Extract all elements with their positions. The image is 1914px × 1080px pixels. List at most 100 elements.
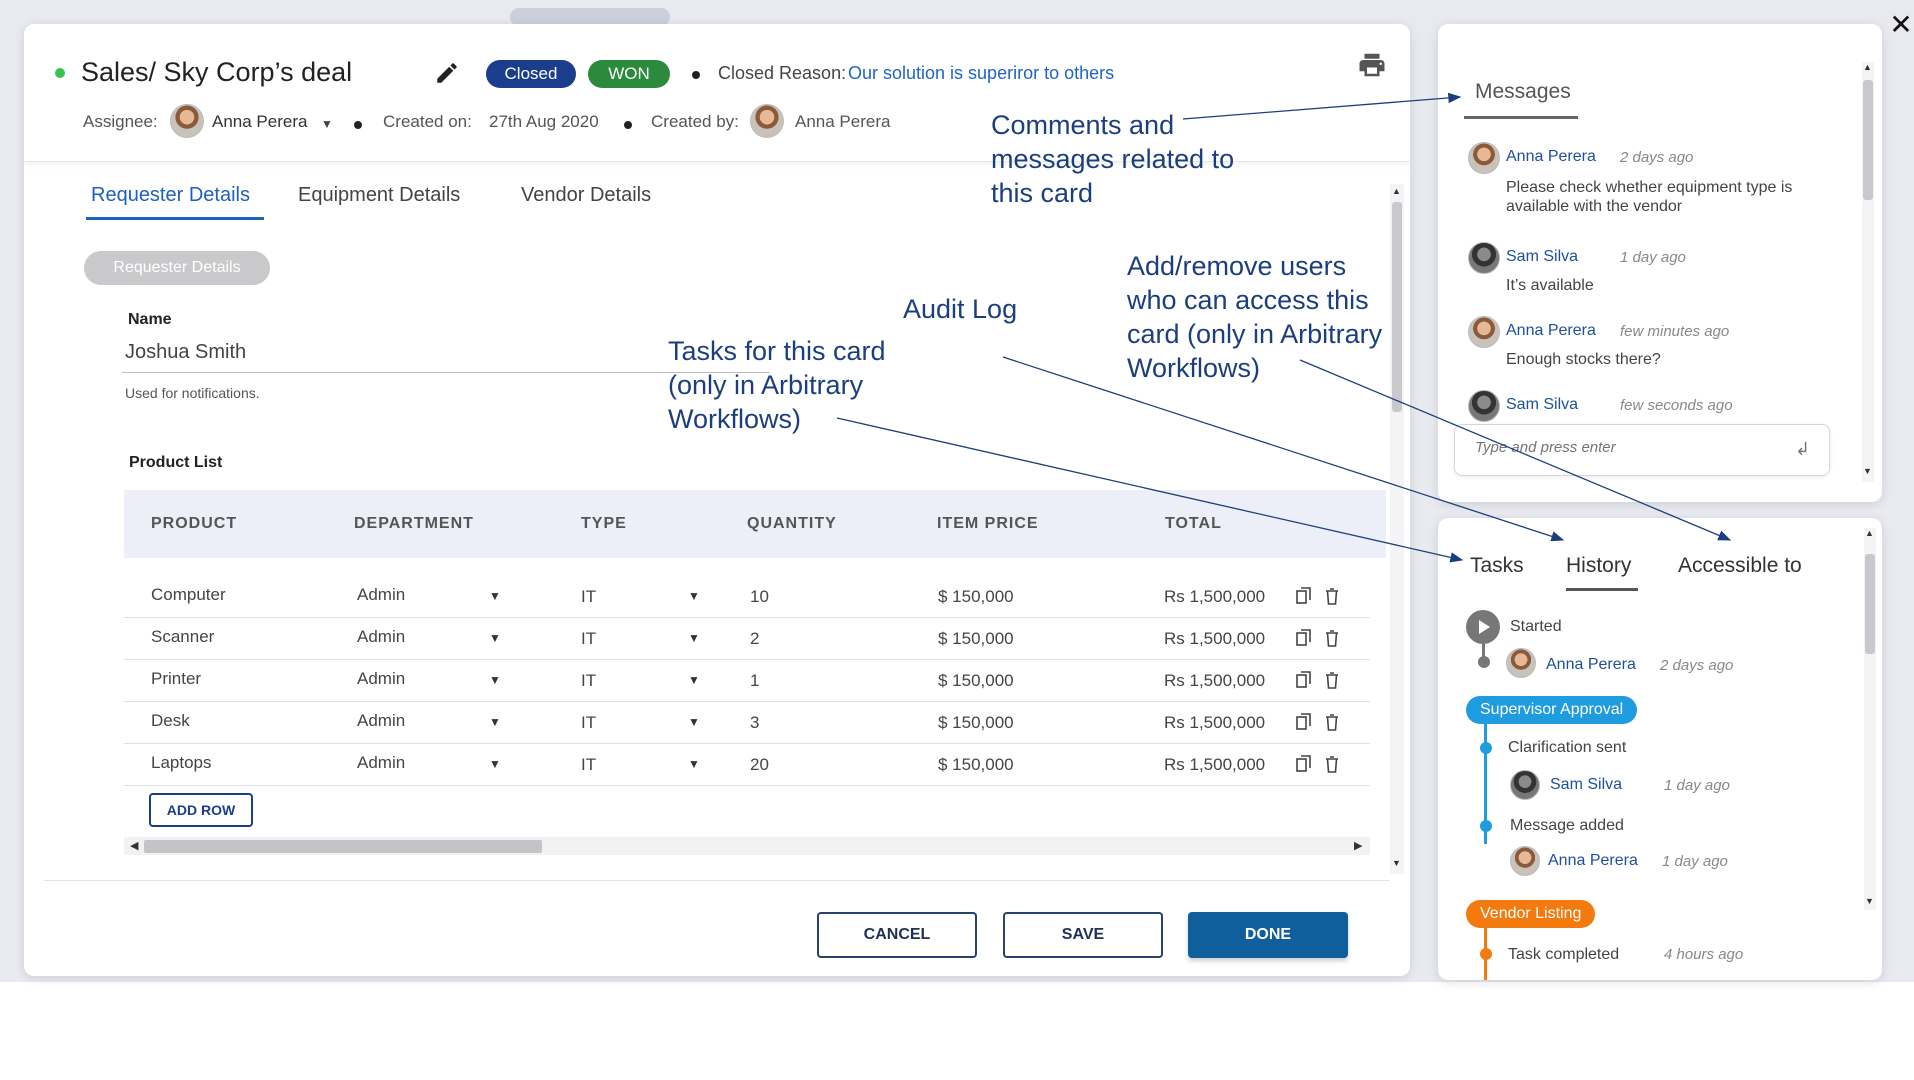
scrollbar-thumb[interactable] [144,840,542,853]
type-dropdown-chevron-icon[interactable]: ▼ [688,715,700,729]
assignee-dropdown-chevron-icon[interactable]: ▼ [321,117,333,131]
copy-row-icon[interactable] [1296,755,1312,773]
timeline-event: Clarification sent [1508,739,1627,756]
type-dropdown-chevron-icon[interactable]: ▼ [688,673,700,687]
cell-department[interactable]: Admin [357,711,405,731]
scroll-down-icon[interactable]: ▼ [1865,896,1874,906]
timeline-time: 1 day ago [1664,777,1730,794]
department-dropdown-chevron-icon[interactable]: ▼ [489,757,501,771]
cell-type[interactable]: IT [581,713,596,733]
tab-vendor-details[interactable]: Vendor Details [521,184,651,207]
timeline-user: Sam Silva [1550,776,1623,793]
cell-department[interactable]: Admin [357,669,405,689]
timeline-time: 4 hours ago [1664,946,1744,963]
copy-row-icon[interactable] [1296,671,1312,689]
scrollbar-thumb[interactable] [1865,554,1875,654]
save-button[interactable]: SAVE [1003,912,1163,958]
type-dropdown-chevron-icon[interactable]: ▼ [688,757,700,771]
copy-row-icon[interactable] [1296,629,1312,647]
separator-dot [354,121,362,129]
message-input[interactable]: ↲ [1454,424,1830,476]
assignee-name[interactable]: Anna Perera [212,112,307,132]
done-button[interactable]: DONE [1188,912,1348,958]
history-scrollbar[interactable]: ▲ ▼ [1864,528,1876,910]
cell-item-price[interactable]: $ 150,000 [938,713,1014,733]
message-input-field[interactable] [1475,439,1775,456]
cell-quantity[interactable]: 1 [750,671,759,691]
cancel-button[interactable]: CANCEL [817,912,977,958]
timeline-dot [1480,742,1492,754]
closed-reason-value[interactable]: Our solution is superiror to others [848,63,1114,84]
cell-product[interactable]: Computer [151,585,226,605]
edit-pencil-icon[interactable] [434,60,460,86]
cell-product[interactable]: Laptops [151,753,212,773]
copy-row-icon[interactable] [1296,587,1312,605]
dialog-vertical-scrollbar[interactable]: ▲ ▼ [1390,184,1404,874]
close-icon[interactable]: ✕ [1888,10,1914,40]
scrollbar-thumb[interactable] [1392,202,1402,412]
assignee-label: Assignee: [83,112,158,131]
cell-type[interactable]: IT [581,587,596,607]
scroll-left-icon[interactable]: ◀ [130,839,138,852]
history-panel: Tasks History Accessible to Started Anna… [1438,518,1882,980]
cell-total: Rs 1,500,000 [1164,755,1266,774]
scroll-up-icon[interactable]: ▲ [1392,186,1401,196]
assignee-avatar [170,104,204,138]
tab-history[interactable]: History [1566,554,1631,578]
cell-department[interactable]: Admin [357,753,405,773]
scroll-down-icon[interactable]: ▼ [1863,466,1872,476]
delete-row-icon[interactable] [1324,713,1340,731]
cell-department[interactable]: Admin [357,627,405,647]
department-dropdown-chevron-icon[interactable]: ▼ [489,715,501,729]
department-dropdown-chevron-icon[interactable]: ▼ [489,673,501,687]
cell-type[interactable]: IT [581,629,596,649]
status-badge-closed: Closed [486,60,576,88]
delete-row-icon[interactable] [1324,587,1340,605]
avatar [1468,390,1500,422]
print-icon[interactable] [1356,50,1388,80]
cell-item-price[interactable]: $ 150,000 [938,755,1014,775]
deal-title: Sales/ Sky Corp’s deal [81,57,353,87]
tab-equipment-details[interactable]: Equipment Details [298,184,460,207]
type-dropdown-chevron-icon[interactable]: ▼ [688,589,700,603]
message-text: It’s available [1506,277,1594,294]
cell-product[interactable]: Desk [151,711,190,731]
scroll-up-icon[interactable]: ▲ [1863,62,1872,72]
cell-product[interactable]: Printer [151,669,201,689]
cell-item-price[interactable]: $ 150,000 [938,587,1014,607]
cell-quantity[interactable]: 2 [750,629,759,649]
cell-item-price[interactable]: $ 150,000 [938,629,1014,649]
messages-scrollbar[interactable]: ▲ ▼ [1862,62,1874,482]
table-horizontal-scrollbar[interactable]: ◀ ▶ [124,837,1370,855]
cell-quantity[interactable]: 20 [750,755,769,775]
tab-tasks[interactable]: Tasks [1470,554,1524,578]
tab-requester-details[interactable]: Requester Details [91,184,250,207]
cell-quantity[interactable]: 10 [750,587,769,607]
delete-row-icon[interactable] [1324,755,1340,773]
department-dropdown-chevron-icon[interactable]: ▼ [489,589,501,603]
play-icon [1466,610,1500,644]
tab-accessible-to[interactable]: Accessible to [1678,554,1802,578]
column-header-department: DEPARTMENT [354,515,474,532]
delete-row-icon[interactable] [1324,671,1340,689]
message-author: Anna Perera [1506,148,1596,165]
timeline-dot [1480,820,1492,832]
cell-product[interactable]: Scanner [151,627,214,647]
department-dropdown-chevron-icon[interactable]: ▼ [489,631,501,645]
cell-type[interactable]: IT [581,755,596,775]
cell-type[interactable]: IT [581,671,596,691]
separator-dot [624,121,632,129]
delete-row-icon[interactable] [1324,629,1340,647]
cell-item-price[interactable]: $ 150,000 [938,671,1014,691]
name-field[interactable]: Joshua Smith [125,341,246,364]
add-row-button[interactable]: ADD ROW [149,793,253,827]
cell-department[interactable]: Admin [357,585,405,605]
scroll-up-icon[interactable]: ▲ [1865,528,1874,538]
scroll-down-icon[interactable]: ▼ [1392,858,1401,868]
cell-quantity[interactable]: 3 [750,713,759,733]
scroll-right-icon[interactable]: ▶ [1354,839,1362,852]
scrollbar-thumb[interactable] [1863,80,1873,200]
type-dropdown-chevron-icon[interactable]: ▼ [688,631,700,645]
annotation-audit-log: Audit Log [903,294,1018,324]
copy-row-icon[interactable] [1296,713,1312,731]
